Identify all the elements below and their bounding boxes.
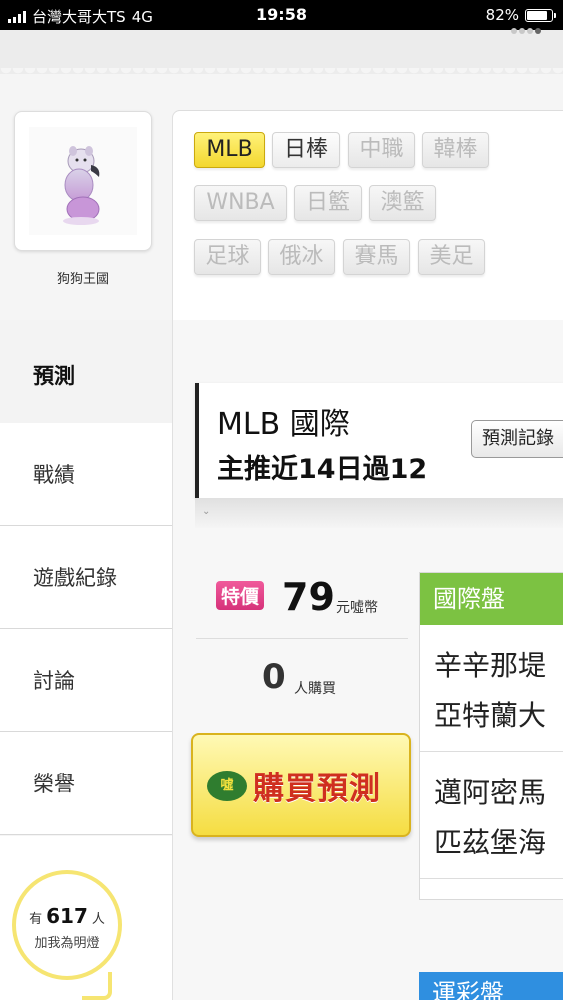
nav-item-honor[interactable]: 榮譽 (0, 732, 172, 835)
dog-figurine-icon (63, 146, 100, 225)
status-right: 82% (485, 6, 556, 24)
tab-australia-basketball[interactable]: 澳籃 (369, 185, 436, 221)
team-home: 辛辛那堤 (434, 649, 547, 682)
tab-kbo[interactable]: 韓棒 (422, 132, 489, 168)
lottery-header: 運彩盤 (419, 972, 563, 1000)
tab-mlb[interactable]: MLB (194, 132, 265, 168)
buyers-number: 0 (262, 657, 286, 697)
tab-npb[interactable]: 日棒 (272, 132, 340, 168)
team-away: 亞特蘭大 (434, 699, 547, 732)
price-block: 特價 79 元噓幣 (196, 575, 408, 639)
tab-horse-racing[interactable]: 賽馬 (343, 239, 410, 275)
league-header: MLB 國際 主推近14日過12 預測記錄 (195, 383, 563, 498)
team-away: 匹茲堡海 (434, 826, 547, 859)
match-row[interactable]: 邁阿密馬 匹茲堡海 (420, 752, 563, 879)
carousel-dots[interactable] (511, 28, 541, 34)
league-title: MLB 國際 (217, 407, 350, 442)
nav-item-record[interactable]: 戰績 (0, 423, 172, 526)
buyers-unit: 人購買 (294, 681, 336, 697)
light-suffix: 人 (91, 912, 105, 927)
light-subtitle: 加我為明燈 (34, 936, 100, 951)
avatar-image (29, 127, 137, 235)
tab-japan-basketball[interactable]: 日籃 (294, 185, 362, 221)
banner-scallop (0, 30, 563, 74)
match-row[interactable]: 辛辛那堤 亞特蘭大 (420, 625, 563, 752)
tab-cpbl[interactable]: 中職 (348, 132, 415, 168)
light-prefix: 有 (29, 912, 43, 927)
chevron-down-icon: ⌄ (202, 506, 211, 517)
tab-american-football[interactable]: 美足 (418, 239, 485, 275)
team-home: 邁阿密馬 (434, 776, 547, 809)
light-count: 617 (46, 904, 88, 928)
nav-item-discussion[interactable]: 討論 (0, 629, 172, 732)
coin-icon: 噓 (207, 771, 247, 801)
tab-wnba[interactable]: WNBA (194, 185, 287, 221)
nav-item-game-log[interactable]: 遊戲紀錄 (0, 526, 172, 629)
avatar[interactable] (14, 111, 152, 251)
tab-soccer[interactable]: 足球 (194, 239, 261, 275)
tab-russian-hockey[interactable]: 俄冰 (268, 239, 335, 275)
battery-percent: 82% (485, 6, 519, 24)
status-bar: 台灣大哥大TS 4G 19:58 82% (0, 0, 563, 30)
username: 狗狗王國 (56, 272, 109, 287)
battery-icon (525, 8, 556, 22)
league-tabs: MLB 日棒 中職 韓棒 WNBA 日籃 澳籃 足球 俄冰 賽馬 美足 (172, 110, 563, 320)
light-count-row: 有 617 人 (16, 904, 118, 928)
buy-prediction-button[interactable]: 噓 購買預測 (191, 733, 411, 837)
price-row: 特價 79 元噓幣 (196, 575, 408, 639)
buy-prediction-label: 購買預測 (253, 771, 381, 807)
prediction-record-button[interactable]: 預測記錄 (471, 420, 563, 458)
league-subtitle: 主推近14日過12 (217, 454, 428, 485)
international-odds-panel: 國際盤 辛辛那堤 亞特蘭大 邁阿密馬 匹茲堡海 (419, 572, 563, 900)
light-bulb-badge[interactable]: 有 617 人 加我為明燈 (12, 870, 122, 980)
price-unit: 元噓幣 (336, 600, 378, 616)
bulb-icon (82, 972, 112, 1000)
buyers-count: 0 人購買 (196, 655, 408, 705)
price-amount: 79 (282, 575, 335, 619)
side-nav: 預測 戰績 遊戲紀錄 討論 榮譽 (0, 320, 172, 835)
header-shadow (195, 498, 563, 528)
nav-item-predict[interactable]: 預測 (0, 320, 172, 423)
clock: 19:58 (256, 5, 307, 24)
international-header: 國際盤 (420, 573, 563, 625)
sale-badge: 特價 (216, 581, 265, 610)
